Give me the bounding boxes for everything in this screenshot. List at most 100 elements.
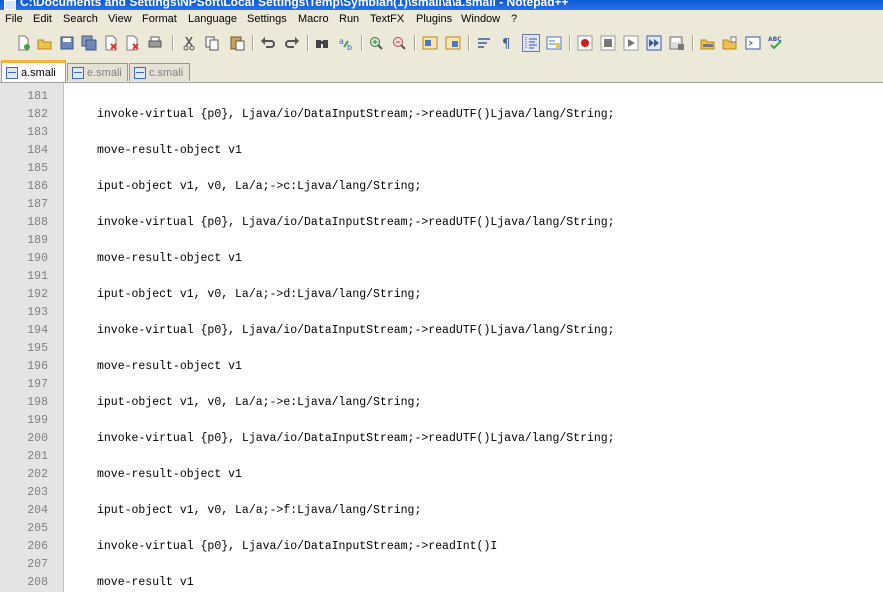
code-text[interactable]: move-result-object v1	[97, 468, 242, 481]
code-text[interactable]: move-result-object v1	[97, 360, 242, 373]
code-line[interactable]: 184 move-result-object v1	[0, 142, 883, 160]
menu-edit[interactable]: Edit	[33, 13, 52, 25]
code-text[interactable]: move-result v1	[97, 576, 194, 589]
code-line[interactable]: 205	[0, 520, 883, 538]
code-line[interactable]: 194 invoke-virtual {p0}, Ljava/io/DataInp…	[0, 322, 883, 340]
code-line[interactable]: 198 iput-object v1, v0, La/a;->e:Ljava/la…	[0, 394, 883, 412]
code-line[interactable]: 188 invoke-virtual {p0}, Ljava/io/DataInp…	[0, 214, 883, 232]
code-editor[interactable]: 181 182 invoke-virtual {p0}, Ljava/io/Data…	[0, 82, 883, 592]
spell-check-icon[interactable]: ABC	[767, 34, 785, 52]
word-wrap-icon[interactable]	[475, 34, 493, 52]
file-tab-icon	[134, 66, 146, 79]
save-icon[interactable]	[58, 34, 76, 52]
sync-vertical-icon[interactable]	[421, 34, 439, 52]
zoom-in-icon[interactable]	[367, 34, 385, 52]
tab-e-smali[interactable]: e.smali	[67, 63, 128, 81]
code-line[interactable]: 206 invoke-virtual {p0}, Ljava/io/DataInp…	[0, 538, 883, 556]
code-line[interactable]: 187	[0, 196, 883, 214]
save-all-icon[interactable]	[80, 34, 98, 52]
open-file-icon[interactable]	[36, 34, 54, 52]
undo-icon[interactable]	[259, 34, 277, 52]
code-line[interactable]: 192 iput-object v1, v0, La/a;->d:Ljava/la…	[0, 286, 883, 304]
svg-text:¶: ¶	[502, 37, 510, 51]
menu-macro[interactable]: Macro	[298, 13, 329, 25]
code-line[interactable]: 202 move-result-object v1	[0, 466, 883, 484]
code-line[interactable]: 186 iput-object v1, v0, La/a;->c:Ljava/la…	[0, 178, 883, 196]
menu-window[interactable]: Window	[461, 13, 500, 25]
console-icon[interactable]	[744, 34, 762, 52]
show-all-chars-icon[interactable]: ¶	[498, 34, 516, 52]
line-number: 196	[27, 360, 48, 373]
code-line[interactable]: 200 invoke-virtual {p0}, Ljava/io/DataInp…	[0, 430, 883, 448]
line-number: 203	[27, 486, 48, 499]
line-number: 200	[27, 432, 48, 445]
code-line[interactable]: 190 move-result-object v1	[0, 250, 883, 268]
code-line[interactable]: 181	[0, 88, 883, 106]
code-line[interactable]: 183	[0, 124, 883, 142]
copy-icon[interactable]	[203, 34, 221, 52]
menu-textfx[interactable]: TextFX	[370, 13, 404, 25]
menu-run[interactable]: Run	[339, 13, 359, 25]
code-text[interactable]: invoke-virtual {p0}, Ljava/io/DataInputS…	[97, 324, 615, 337]
menu-language[interactable]: Language	[188, 13, 237, 25]
paste-icon[interactable]	[228, 34, 246, 52]
code-text[interactable]: invoke-virtual {p0}, Ljava/io/DataInputS…	[97, 432, 615, 445]
code-line[interactable]: 189	[0, 232, 883, 250]
stop-macro-icon[interactable]	[599, 34, 617, 52]
code-line[interactable]: 201	[0, 448, 883, 466]
code-line[interactable]: 196 move-result-object v1	[0, 358, 883, 376]
code-line[interactable]: 193	[0, 304, 883, 322]
record-macro-icon[interactable]	[576, 34, 594, 52]
close-file-icon[interactable]	[102, 34, 120, 52]
play-macro-icon[interactable]	[622, 34, 640, 52]
replace-icon[interactable]: ab	[337, 34, 355, 52]
redo-icon[interactable]	[283, 34, 301, 52]
indent-guide-icon[interactable]	[522, 34, 540, 52]
code-line[interactable]: 199	[0, 412, 883, 430]
menu-plugins[interactable]: Plugins	[416, 13, 452, 25]
code-text[interactable]: invoke-virtual {p0}, Ljava/io/DataInputS…	[97, 216, 615, 229]
code-text[interactable]: iput-object v1, v0, La/a;->f:Ljava/lang/…	[97, 504, 421, 517]
run-macro-multiple-icon[interactable]	[645, 34, 663, 52]
new-file-icon[interactable]	[14, 34, 32, 52]
code-line[interactable]: 185	[0, 160, 883, 178]
code-line[interactable]: 207	[0, 556, 883, 574]
menu-settings[interactable]: Settings	[247, 13, 287, 25]
tab-bar: a.smali e.smali c.smali	[0, 58, 883, 82]
code-line[interactable]: 191	[0, 268, 883, 286]
code-line[interactable]: 203	[0, 484, 883, 502]
find-icon[interactable]	[313, 34, 331, 52]
print-icon[interactable]	[146, 34, 164, 52]
menu-search[interactable]: Search	[63, 13, 98, 25]
code-text[interactable]: iput-object v1, v0, La/a;->d:Ljava/lang/…	[97, 288, 421, 301]
tab-c-smali[interactable]: c.smali	[129, 63, 190, 81]
menu-view[interactable]: View	[108, 13, 132, 25]
code-text[interactable]: move-result-object v1	[97, 252, 242, 265]
close-all-icon[interactable]	[124, 34, 142, 52]
menu-help[interactable]: ?	[511, 13, 517, 25]
code-line[interactable]: 195	[0, 340, 883, 358]
code-text[interactable]: iput-object v1, v0, La/a;->c:Ljava/lang/…	[97, 180, 421, 193]
code-line[interactable]: 208 move-result v1	[0, 574, 883, 592]
tab-a-smali[interactable]: a.smali	[1, 60, 66, 82]
menu-file[interactable]: File	[5, 13, 23, 25]
code-text[interactable]: invoke-virtual {p0}, Ljava/io/DataInputS…	[97, 540, 497, 553]
sync-horizontal-icon[interactable]	[444, 34, 462, 52]
window-title: C:\Documents and Settings\NPSoft\Local S…	[20, 0, 569, 9]
code-text[interactable]: move-result-object v1	[97, 144, 242, 157]
user-language-icon[interactable]	[545, 34, 563, 52]
code-line[interactable]: 197	[0, 376, 883, 394]
code-text[interactable]: invoke-virtual {p0}, Ljava/io/DataInputS…	[97, 108, 615, 121]
cut-icon[interactable]	[180, 34, 198, 52]
zoom-out-icon[interactable]	[390, 34, 408, 52]
code-line[interactable]: 182 invoke-virtual {p0}, Ljava/io/DataInp…	[0, 106, 883, 124]
folder-explore-icon[interactable]	[721, 34, 739, 52]
line-number: 184	[27, 144, 48, 157]
menu-format[interactable]: Format	[142, 13, 177, 25]
line-number: 197	[27, 378, 48, 391]
code-text[interactable]: iput-object v1, v0, La/a;->e:Ljava/lang/…	[97, 396, 421, 409]
svg-text:b: b	[347, 43, 352, 51]
folder-open-icon[interactable]	[699, 34, 717, 52]
save-macro-icon[interactable]	[668, 34, 686, 52]
code-line[interactable]: 204 iput-object v1, v0, La/a;->f:Ljava/la…	[0, 502, 883, 520]
